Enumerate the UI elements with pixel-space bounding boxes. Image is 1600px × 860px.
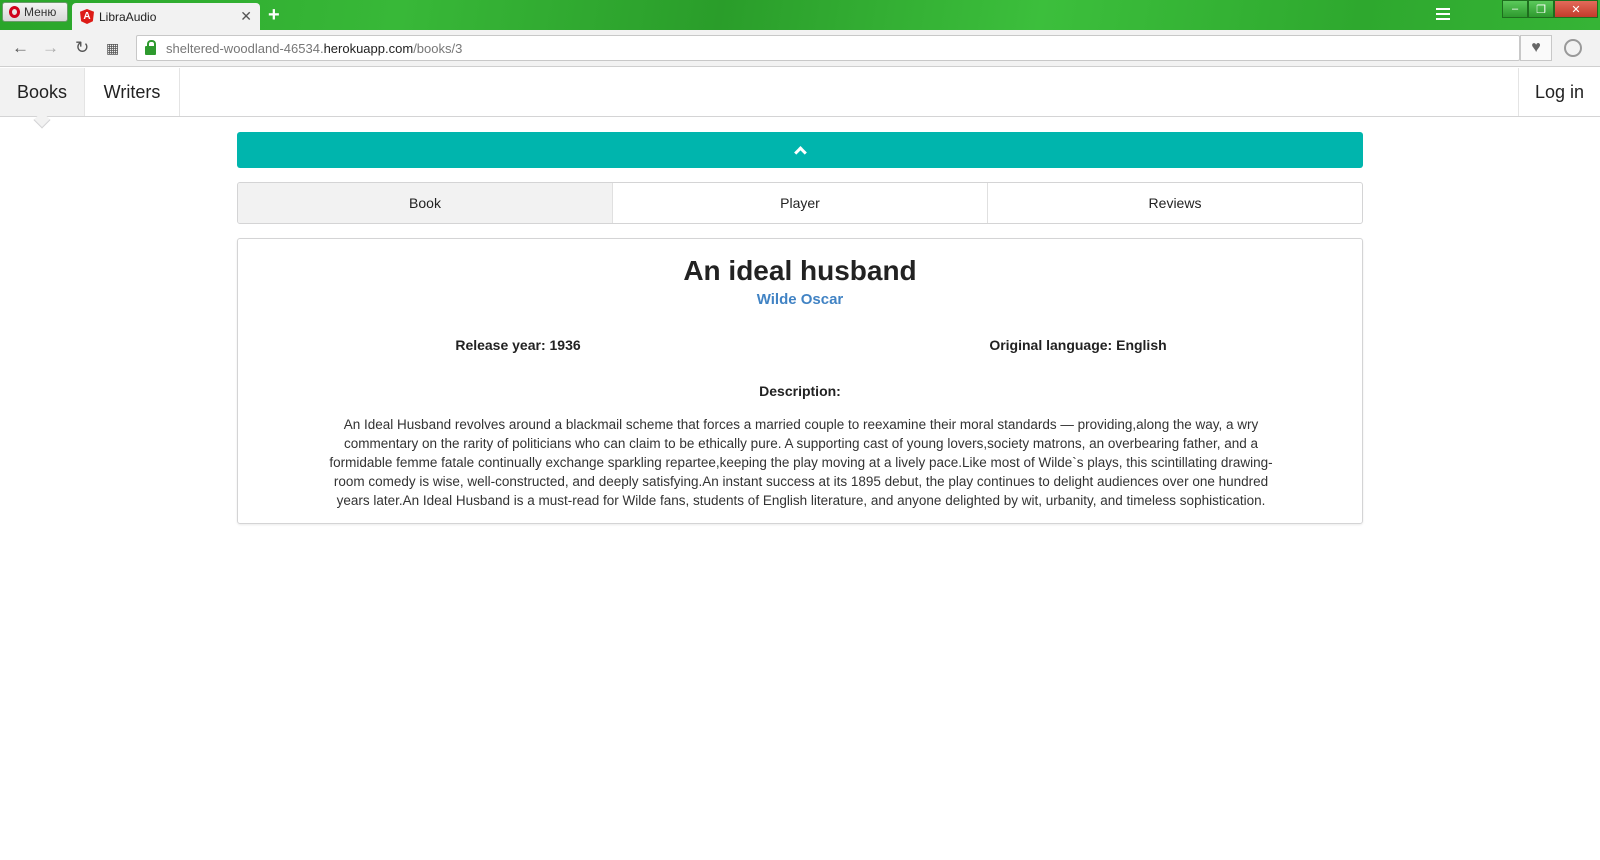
speed-dial-icon[interactable]: ▦ bbox=[106, 40, 119, 57]
tab-player[interactable]: Player bbox=[613, 183, 988, 223]
close-window-icon[interactable]: ✕ bbox=[1554, 0, 1598, 18]
forward-arrow-icon[interactable]: → bbox=[42, 38, 59, 58]
nav-writers[interactable]: Writers bbox=[85, 68, 180, 116]
url-path: /books/3 bbox=[413, 40, 463, 56]
opera-menu-label: Меню bbox=[24, 5, 57, 19]
tab-book[interactable]: Book bbox=[238, 183, 613, 223]
url-prefix: sheltered-woodland-46534. bbox=[166, 40, 324, 56]
tab-close-icon[interactable]: ✕ bbox=[240, 8, 252, 25]
reload-icon[interactable]: ↻ bbox=[75, 38, 89, 58]
author-link[interactable]: Wilde Oscar bbox=[238, 291, 1362, 308]
new-tab-icon[interactable]: + bbox=[268, 4, 280, 27]
browser-toolbar: ← → ↻ ▦ sheltered-woodland-46534. herokua… bbox=[0, 30, 1600, 67]
description-label: Description: bbox=[759, 383, 841, 399]
window-controls: – ❐ ✕ bbox=[1502, 0, 1598, 18]
sync-icon[interactable] bbox=[1564, 39, 1582, 57]
browser-tab[interactable]: A LibraAudio ✕ bbox=[72, 3, 260, 30]
nav-books[interactable]: Books bbox=[0, 68, 85, 116]
minimize-icon[interactable]: – bbox=[1502, 0, 1528, 18]
app-navbar: Books Writers Log in bbox=[0, 68, 1600, 117]
book-card: An ideal husband Wilde Oscar Release yea… bbox=[237, 238, 1363, 524]
address-bar[interactable]: sheltered-woodland-46534. herokuapp.com/b… bbox=[136, 35, 1520, 61]
opera-menu-button[interactable]: Меню bbox=[2, 2, 68, 22]
opera-logo-icon bbox=[9, 6, 20, 18]
login-link[interactable]: Log in bbox=[1518, 68, 1600, 116]
lock-icon bbox=[145, 39, 156, 55]
back-arrow-icon[interactable]: ← bbox=[12, 38, 29, 58]
chevron-up-icon bbox=[793, 146, 807, 159]
tab-title: LibraAudio bbox=[99, 9, 157, 24]
bookmark-heart-icon[interactable]: ♥ bbox=[1520, 35, 1552, 61]
angular-favicon-icon: A bbox=[80, 9, 94, 24]
original-language: Original language: English bbox=[989, 337, 1167, 353]
browser-titlebar: Меню A LibraAudio ✕ + – ❐ ✕ bbox=[0, 0, 1600, 30]
release-year: Release year: 1936 bbox=[455, 337, 581, 353]
book-tabs: Book Player Reviews bbox=[237, 182, 1363, 224]
url-host: herokuapp.com bbox=[323, 40, 414, 56]
tab-menu-icon[interactable] bbox=[1436, 8, 1450, 22]
description-text: An Ideal Husband revolves around a black… bbox=[329, 417, 1273, 508]
book-title: An ideal husband bbox=[683, 255, 917, 286]
collapse-button[interactable] bbox=[237, 132, 1363, 168]
tab-reviews[interactable]: Reviews bbox=[988, 183, 1362, 223]
restore-icon[interactable]: ❐ bbox=[1528, 0, 1554, 18]
